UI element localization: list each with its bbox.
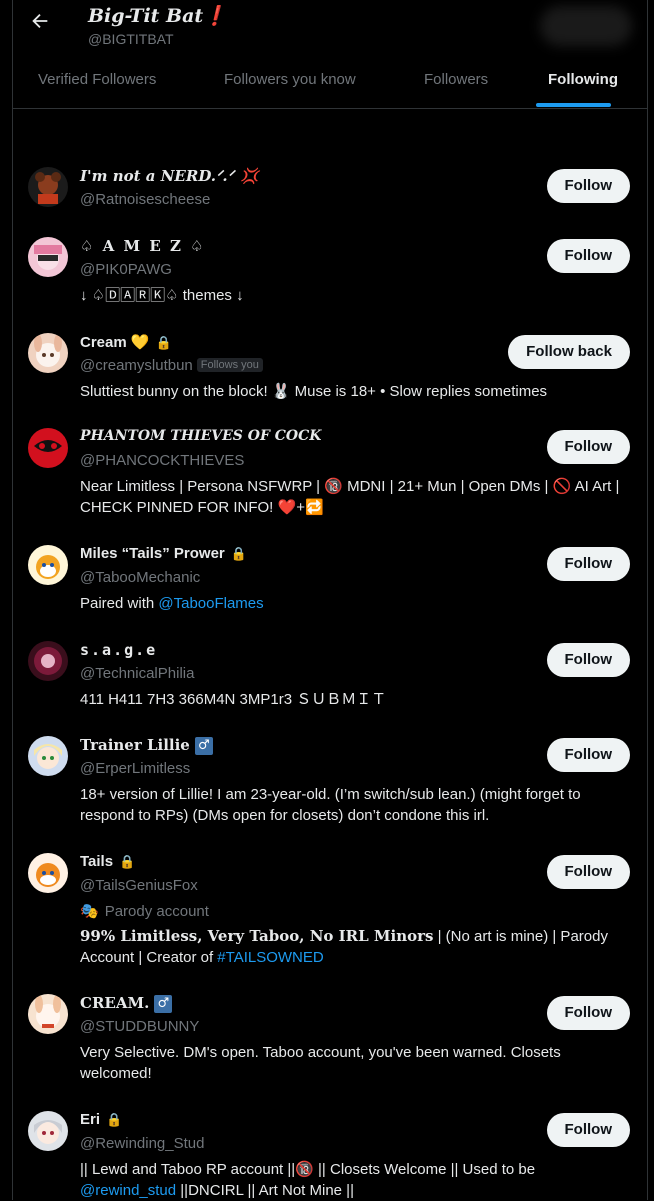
hashtag-link[interactable]: #TAILSOWNED	[217, 949, 323, 966]
user-handle[interactable]: @TechnicalPhilia	[80, 665, 194, 682]
avatar[interactable]	[28, 853, 68, 893]
follow-button[interactable]: Follow	[546, 996, 630, 1030]
user-handle[interactable]: @Rewinding_Stud	[80, 1135, 204, 1152]
tab-followers[interactable]: Followers	[424, 58, 488, 108]
user-name[interactable]: ♤ A M E Z ♤	[80, 237, 206, 255]
user-handle[interactable]: @ErperLimitless	[80, 760, 190, 777]
avatar[interactable]	[28, 994, 68, 1034]
user-name[interactable]: I'm not a NERD.ᐟ.ᐟ 💢	[80, 167, 259, 185]
avatar[interactable]	[28, 641, 68, 681]
user-name[interactable]: Trainer Lillie ♂	[80, 736, 213, 755]
profile-title: Big-Tit Bat❗	[88, 5, 227, 27]
follow-button[interactable]: Follow	[546, 430, 630, 464]
user-handle[interactable]: @TabooMechanic	[80, 569, 200, 586]
active-tab-indicator	[536, 103, 611, 107]
avatar[interactable]	[28, 736, 68, 776]
lock-icon: 🔒	[119, 854, 136, 869]
user-handle[interactable]: @PHANCOCKTHIEVES	[80, 452, 244, 469]
user-name[interactable]: Miles “Tails” Prower 🔒	[80, 545, 247, 562]
user-name[interactable]: s.a.g.e	[80, 641, 157, 659]
avatar[interactable]	[28, 1111, 68, 1151]
mask-icon: 🎭	[80, 903, 99, 920]
blurred-header-button	[540, 6, 632, 46]
follow-button[interactable]: Follow	[546, 547, 630, 581]
follow-back-button[interactable]: Follow back	[508, 335, 630, 369]
avatar[interactable]	[28, 428, 68, 468]
follows-you-badge: Follows you	[196, 358, 263, 372]
lock-icon: 🔒	[230, 546, 247, 561]
mention-link[interactable]: @TabooFlames	[158, 595, 263, 612]
user-handle[interactable]: @Ratnoisescheese	[80, 191, 210, 208]
male-sign-icon: ♂	[194, 737, 213, 755]
follow-button[interactable]: Follow	[546, 239, 630, 273]
user-name[interactable]: CREAM. ♂	[80, 994, 173, 1013]
male-sign-icon: ♂	[154, 995, 173, 1013]
avatar[interactable]	[28, 167, 68, 207]
user-bio: 411 H411 7H3 366M4N 3MP1r3 ＳＵＢＭＩＴ	[80, 691, 387, 708]
user-bio: 99% Limitless, Very Taboo, No IRL Minors…	[80, 927, 608, 966]
tab-bar: Verified Followers Followers you know Fo…	[12, 58, 648, 109]
user-name[interactable]: PHANTOM THIEVES OF COCK	[80, 428, 321, 444]
user-bio: ↓ ♤🄳🄰🅁🄺♤ themes ↓	[80, 287, 244, 304]
user-handle[interactable]: @TailsGeniusFox	[80, 877, 198, 894]
user-bio: Sluttiest bunny on the block! 🐰 Muse is …	[80, 383, 548, 400]
follow-button[interactable]: Follow	[546, 1113, 630, 1147]
profile-handle: @BIGTITBAT	[88, 31, 174, 47]
follow-button[interactable]: Follow	[546, 643, 630, 677]
user-name[interactable]: Cream 💛 🔒	[80, 333, 172, 351]
follow-button[interactable]: Follow	[546, 169, 630, 203]
tab-following[interactable]: Following	[548, 58, 618, 108]
user-bio: || Lewd and Taboo RP account ||🔞 || Clos…	[80, 1161, 536, 1199]
anger-icon: 💢	[239, 167, 259, 185]
avatar[interactable]	[28, 333, 68, 373]
back-arrow-icon[interactable]	[28, 10, 52, 34]
user-handle[interactable]: @PIK0PAWG	[80, 261, 172, 278]
user-handle[interactable]: @STUDDBUNNY	[80, 1018, 199, 1035]
avatar[interactable]	[28, 545, 68, 585]
user-bio: Very Selective. DM's open. Taboo account…	[80, 1044, 561, 1082]
follow-button[interactable]: Follow	[546, 738, 630, 772]
tab-verified-followers[interactable]: Verified Followers	[38, 58, 156, 108]
user-bio: Near Limitless | Persona NSFWRP | 🔞 MDNI…	[80, 478, 620, 516]
user-name[interactable]: Tails 🔒	[80, 853, 135, 870]
lock-icon: 🔒	[106, 1112, 123, 1127]
user-name[interactable]: Eri 🔒	[80, 1111, 122, 1128]
user-handle[interactable]: @creamyslutbun Follows you	[80, 357, 263, 374]
user-bio: Paired with @TabooFlames	[80, 595, 264, 612]
lock-icon: 🔒	[155, 335, 172, 350]
user-bio: 18+ version of Lillie! I am 23-year-old.…	[80, 786, 581, 824]
parody-label: 🎭 Parody account	[80, 903, 209, 920]
follow-button[interactable]: Follow	[546, 855, 630, 889]
avatar[interactable]	[28, 237, 68, 277]
mention-link[interactable]: @rewind_stud	[80, 1182, 176, 1199]
tab-followers-you-know[interactable]: Followers you know	[224, 58, 356, 108]
